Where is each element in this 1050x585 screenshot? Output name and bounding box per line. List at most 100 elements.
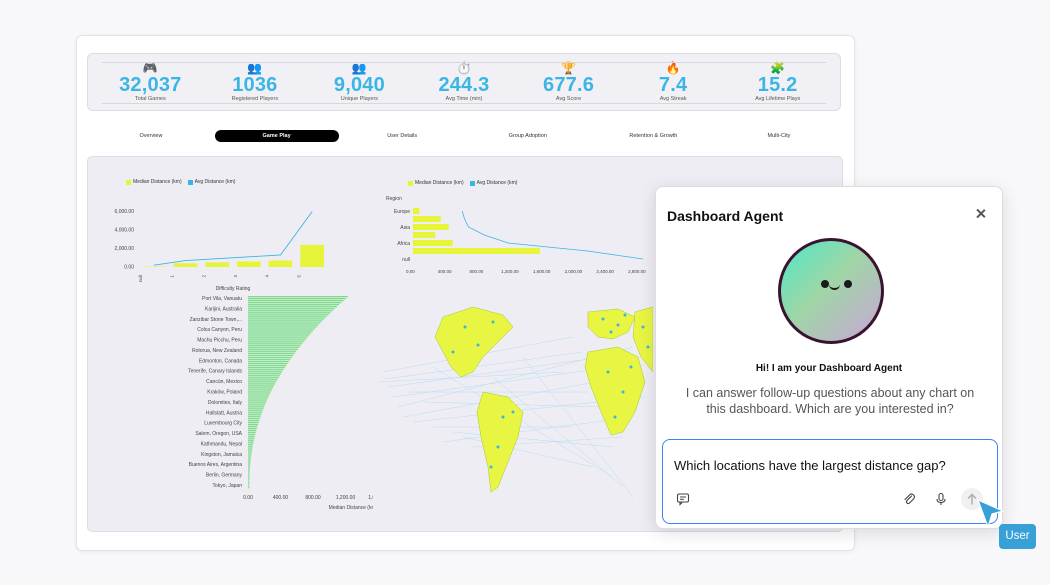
kpi-value: 244.3: [438, 74, 490, 96]
bar: [248, 470, 250, 473]
bar: [248, 318, 325, 320]
region-chart: Region Europe Asia Africa null 0.00 400.00 800.…: [386, 196, 646, 274]
y-tick-label: Port Vila, Vanuatu: [202, 296, 242, 302]
tab-user-details[interactable]: User Details: [340, 130, 464, 142]
bar: [248, 365, 287, 367]
y-tick-label: Salem, Oregon, USA: [195, 431, 242, 437]
bar: [248, 322, 321, 325]
y-tick-label: Colca Canyon, Peru: [197, 327, 242, 333]
x-axis-title: Median Distance (km): [329, 505, 373, 511]
bar: [248, 409, 263, 412]
y-axis-title: Region: [386, 196, 402, 202]
legend-avg: Avg Distance (km): [469, 180, 517, 186]
kpi-value: 32,037: [119, 74, 182, 96]
avatar-left-eye: [821, 280, 829, 288]
bar: [248, 444, 254, 446]
bar: [248, 316, 327, 318]
bar: [248, 344, 301, 347]
x-tick-label: 800.00: [469, 269, 483, 274]
avg-line: [153, 211, 313, 266]
tab-overview[interactable]: Overview: [89, 130, 213, 142]
bar: [248, 340, 305, 343]
bar: [248, 306, 337, 308]
bar: [248, 480, 250, 483]
x-tick-label: null: [138, 275, 143, 282]
north-america: [434, 306, 514, 378]
bar: [300, 244, 324, 267]
prompt-suggestions-icon[interactable]: [676, 492, 690, 506]
y-tick-label: Rotorua, New Zealand: [192, 348, 242, 354]
bar: [413, 240, 453, 246]
trophy-icon: 🏆: [561, 61, 576, 75]
kpi-card: ⏱️ 244.3 Avg Time (min): [416, 62, 511, 102]
bar: [248, 328, 315, 331]
bar: [248, 464, 251, 467]
y-tick-label: Buenos Aires, Argentina: [189, 462, 243, 468]
gamepad-icon: 🎮: [142, 61, 158, 75]
bar: [248, 304, 339, 306]
bar: [248, 358, 291, 361]
microphone-icon[interactable]: [934, 492, 948, 506]
bar: [248, 393, 270, 396]
bar: [248, 338, 306, 341]
users-icon: 👥: [351, 61, 367, 75]
difficulty-chart-legend: Median Distance (km) Avg Distance (km): [126, 179, 235, 185]
chat-input-box[interactable]: Which locations have the largest distanc…: [662, 439, 998, 524]
bar: [248, 367, 285, 369]
x-tick-label: 1,600.00: [533, 269, 551, 274]
y-tick-label: Karijini, Australia: [205, 306, 242, 312]
kpi-label: Avg Time (min): [445, 96, 483, 102]
bar: [248, 320, 323, 323]
bar: [248, 389, 272, 392]
bar: [248, 312, 331, 314]
bar: [248, 442, 254, 444]
tab-retention-growth[interactable]: Retention & Growth: [591, 130, 715, 142]
bar: [248, 466, 251, 469]
x-tick-label: 400.00: [273, 495, 289, 501]
agent-title: Dashboard Agent: [667, 208, 784, 224]
bar: [248, 417, 260, 420]
bar: [248, 401, 267, 404]
bar: [248, 440, 254, 442]
bar: [248, 450, 252, 453]
bar: [248, 482, 250, 485]
legend-swatch-median: [126, 179, 131, 185]
world-map[interactable]: [373, 297, 653, 507]
legend-avg: Avg Distance (km): [187, 179, 235, 185]
tab-group-adoption[interactable]: Group Adoption: [466, 130, 590, 142]
bar: [248, 383, 276, 385]
bar: [248, 300, 344, 302]
tab-multi-city[interactable]: Multi-City: [717, 130, 841, 142]
close-icon[interactable]: [974, 207, 988, 221]
legend-median: Median Distance (km): [408, 180, 464, 186]
kpi-card: 👥 1036 Registered Players: [207, 62, 302, 102]
tab-game-play[interactable]: Game Play: [214, 130, 339, 142]
x-axis-title: Difficulty Rating: [216, 286, 251, 292]
paperclip-icon[interactable]: [902, 492, 916, 506]
agent-avatar: [778, 238, 884, 344]
bar: [248, 296, 348, 298]
chat-input-field[interactable]: Which locations have the largest distanc…: [674, 458, 946, 473]
x-tick-label: 2,400.00: [596, 269, 614, 274]
europe: [587, 308, 636, 340]
y-tick-label: Kraków, Poland: [207, 390, 242, 396]
bar: [237, 261, 261, 267]
x-tick-label: 800.00: [305, 495, 321, 501]
africa: [584, 346, 646, 436]
y-tick-label: 2,000.00: [115, 246, 135, 252]
bar: [248, 298, 346, 300]
bar: [248, 476, 250, 479]
bar: [248, 334, 310, 337]
bar: [248, 350, 297, 353]
bar: [248, 472, 250, 475]
agent-greeting: Hi! I am your Dashboard Agent: [755, 363, 903, 374]
y-tick-label: Africa: [397, 241, 410, 247]
bar: [248, 369, 284, 371]
kpi-value: 1036: [232, 74, 278, 96]
y-tick-label: null: [402, 257, 410, 263]
bar: [413, 224, 449, 230]
bar: [248, 302, 342, 304]
y-tick-label: Europe: [394, 209, 410, 215]
x-tick-label: 1,200.00: [336, 495, 356, 501]
bar: [248, 438, 255, 440]
